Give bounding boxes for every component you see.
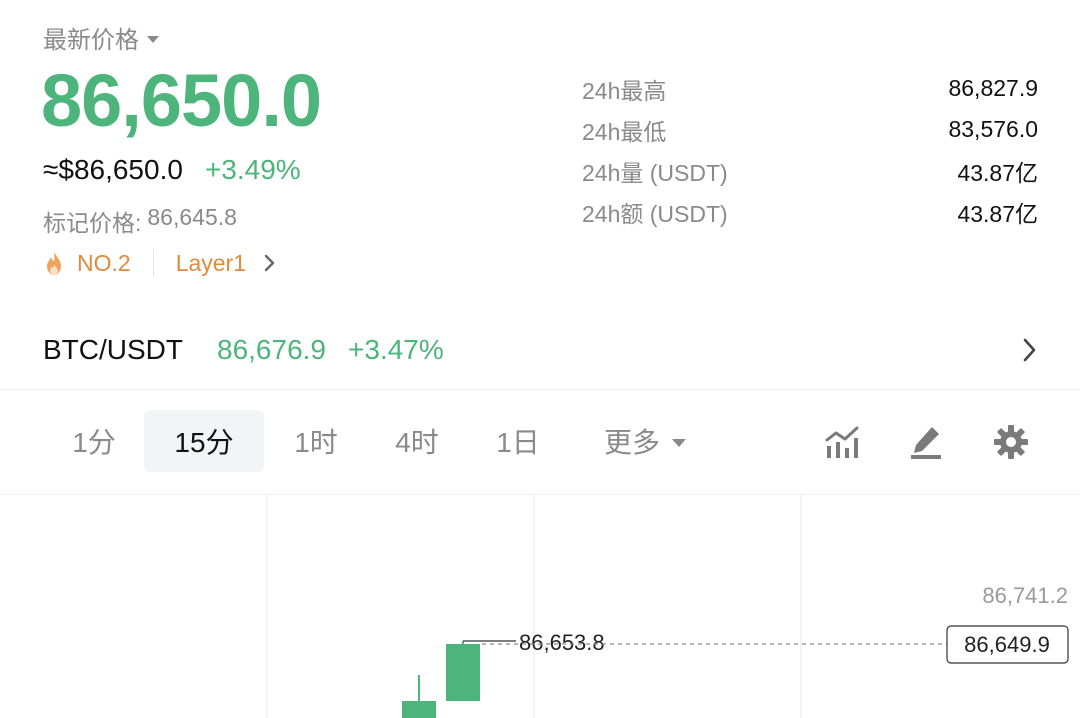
high-marker-label: 86,653.8 xyxy=(519,630,605,655)
stat-label: 24h最低 xyxy=(582,118,667,145)
chevron-right-icon[interactable] xyxy=(1022,337,1038,363)
rank-tag[interactable]: NO.2 xyxy=(77,250,131,277)
mark-price-value: 86,645.8 xyxy=(147,204,237,230)
stat-24h-volume: 24h量 (USDT) 43.87亿 xyxy=(582,150,1038,191)
chevron-right-icon[interactable] xyxy=(264,254,276,272)
tab-1m[interactable]: 1分 xyxy=(44,410,144,472)
tab-4h[interactable]: 4时 xyxy=(368,410,466,472)
fire-icon xyxy=(47,251,61,275)
gear-icon[interactable] xyxy=(993,424,1029,460)
caret-down-icon xyxy=(147,35,159,43)
stat-value: 43.87亿 xyxy=(957,159,1038,186)
stat-value: 86,827.9 xyxy=(948,75,1038,101)
mark-price-label: 标记价格: xyxy=(43,210,142,236)
interval-tabs: 1分 15分 1时 4时 1日 更多 xyxy=(44,410,720,472)
last-price: 86,650.0 xyxy=(41,59,322,142)
tab-15m[interactable]: 15分 xyxy=(144,410,264,472)
tab-more[interactable]: 更多 xyxy=(570,410,720,472)
indicator-chart-icon[interactable] xyxy=(824,424,860,460)
tags-row[interactable]: NO.2 Layer1 xyxy=(43,249,276,277)
pencil-icon[interactable] xyxy=(908,424,944,460)
current-price-label: 86,649.9 xyxy=(964,632,1050,657)
candle xyxy=(446,644,480,701)
axis-price-label: 86,741.2 xyxy=(982,583,1068,608)
stats-panel: 24h最高 86,827.9 24h最低 83,576.0 24h量 (USDT… xyxy=(582,68,1038,232)
tab-1d[interactable]: 1日 xyxy=(466,410,570,472)
last-price-label: 最新价格 xyxy=(43,27,139,54)
stat-value: 43.87亿 xyxy=(957,200,1038,227)
stat-label: 24h额 (USDT) xyxy=(582,200,728,227)
tag-divider xyxy=(152,249,154,277)
candle xyxy=(402,701,436,718)
spot-pair-row[interactable]: BTC/USDT 86,676.9 +3.47% xyxy=(43,330,1038,370)
tab-1h[interactable]: 1时 xyxy=(264,410,368,472)
stat-24h-low: 24h最低 83,576.0 xyxy=(582,109,1038,150)
usd-price-row: ≈$86,650.0 +3.49% xyxy=(43,154,301,186)
mark-price-row: 标记价格: 86,645.8 xyxy=(43,204,237,238)
stat-label: 24h量 (USDT) xyxy=(582,159,728,186)
stat-value: 83,576.0 xyxy=(948,116,1038,142)
last-price-dropdown[interactable]: 最新价格 xyxy=(43,20,159,55)
caret-down-icon xyxy=(672,438,686,447)
pair-symbol: BTC/USDT xyxy=(43,334,183,365)
stat-24h-turnover: 24h额 (USDT) 43.87亿 xyxy=(582,191,1038,232)
category-tag[interactable]: Layer1 xyxy=(176,250,246,277)
pair-change: +3.47% xyxy=(348,334,444,365)
usd-price: ≈$86,650.0 xyxy=(43,154,183,185)
tab-more-label: 更多 xyxy=(603,427,660,458)
section-divider xyxy=(0,389,1080,390)
pair-price: 86,676.9 xyxy=(217,334,326,365)
stat-24h-high: 24h最高 86,827.9 xyxy=(582,68,1038,109)
kline-chart[interactable]: 86,741.2 86,653.8 86,649.9 xyxy=(0,495,1080,718)
change-percent: +3.49% xyxy=(204,154,301,185)
stat-label: 24h最高 xyxy=(582,77,667,104)
